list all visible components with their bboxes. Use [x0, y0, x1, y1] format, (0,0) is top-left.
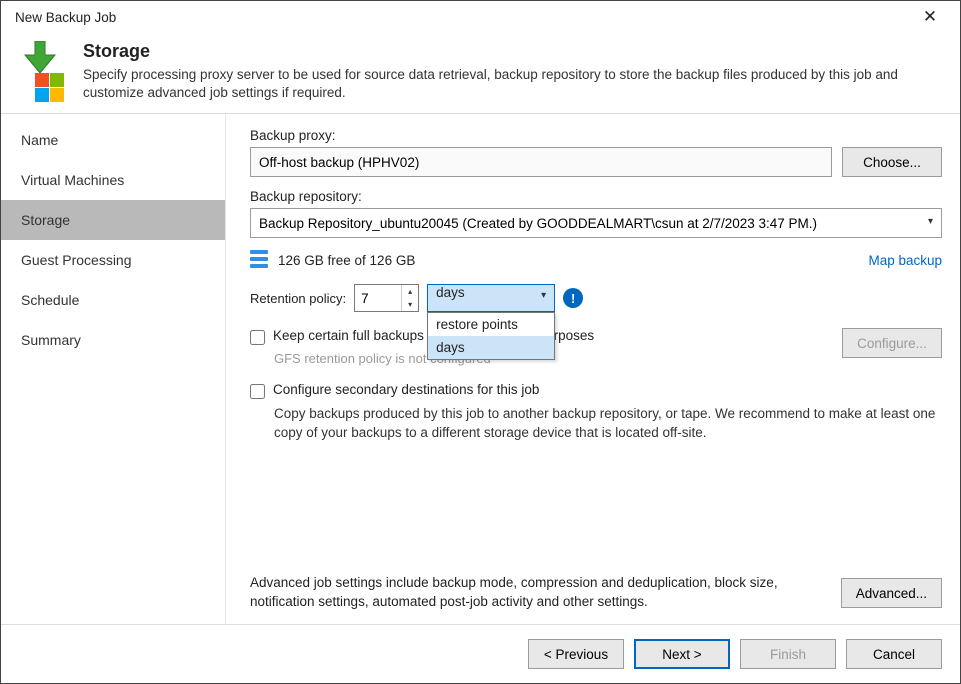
choose-proxy-button[interactable]: Choose...	[842, 147, 942, 177]
dropdown-option-days[interactable]: days	[428, 336, 554, 359]
storage-free-text: 126 GB free of 126 GB	[278, 253, 415, 268]
storage-wizard-icon	[15, 41, 65, 103]
retention-unit-value: days	[436, 285, 465, 300]
finish-button: Finish	[740, 639, 836, 669]
dialog-window: New Backup Job ✕ Storage Specify process…	[0, 0, 961, 684]
page-title: Storage	[83, 41, 936, 62]
window-title: New Backup Job	[15, 10, 116, 25]
wizard-body: Name Virtual Machines Storage Guest Proc…	[1, 113, 960, 625]
info-icon[interactable]: !	[563, 288, 583, 308]
cancel-button[interactable]: Cancel	[846, 639, 942, 669]
nav-item-virtual-machines[interactable]: Virtual Machines	[1, 160, 225, 200]
wizard-header: Storage Specify processing proxy server …	[1, 27, 960, 113]
nav-item-storage[interactable]: Storage	[1, 200, 225, 240]
advanced-text: Advanced job settings include backup mod…	[250, 574, 829, 612]
nav-item-summary[interactable]: Summary	[1, 320, 225, 360]
retention-unit-dropdown: restore points days	[427, 312, 555, 360]
titlebar: New Backup Job ✕	[1, 1, 960, 27]
wizard-footer: < Previous Next > Finish Cancel	[1, 625, 960, 683]
backup-repository-select[interactable]	[250, 208, 942, 238]
header-text: Storage Specify processing proxy server …	[83, 41, 936, 103]
secondary-checkbox-label: Configure secondary destinations for thi…	[273, 382, 539, 397]
secondary-description: Copy backups produced by this job to ano…	[274, 405, 942, 443]
retention-label: Retention policy:	[250, 291, 346, 306]
retention-spinner[interactable]: ▴ ▾	[354, 284, 419, 312]
map-backup-link[interactable]: Map backup	[868, 253, 942, 268]
gfs-configure-button: Configure...	[842, 328, 942, 358]
backup-proxy-field[interactable]	[250, 147, 832, 177]
chevron-down-icon: ▾	[541, 290, 546, 301]
nav-item-guest-processing[interactable]: Guest Processing	[1, 240, 225, 280]
retention-unit-select[interactable]: days ▾	[427, 284, 555, 312]
previous-button[interactable]: < Previous	[528, 639, 624, 669]
disk-stack-icon	[250, 250, 268, 270]
content-panel: Backup proxy: Choose... Backup repositor…	[226, 114, 960, 624]
dropdown-option-restore-points[interactable]: restore points	[428, 313, 554, 336]
retention-value-input[interactable]	[355, 285, 401, 311]
gfs-checkbox[interactable]	[250, 330, 265, 345]
nav-item-name[interactable]: Name	[1, 120, 225, 160]
spinner-up-icon[interactable]: ▴	[402, 285, 418, 298]
advanced-button[interactable]: Advanced...	[841, 578, 942, 608]
spinner-down-icon[interactable]: ▾	[402, 298, 418, 311]
next-button[interactable]: Next >	[634, 639, 730, 669]
backup-repository-label: Backup repository:	[250, 189, 942, 204]
page-subtitle: Specify processing proxy server to be us…	[83, 66, 936, 102]
wizard-nav: Name Virtual Machines Storage Guest Proc…	[1, 114, 226, 624]
secondary-checkbox[interactable]	[250, 384, 265, 399]
nav-item-schedule[interactable]: Schedule	[1, 280, 225, 320]
close-icon[interactable]: ✕	[910, 7, 950, 27]
backup-proxy-label: Backup proxy:	[250, 128, 942, 143]
